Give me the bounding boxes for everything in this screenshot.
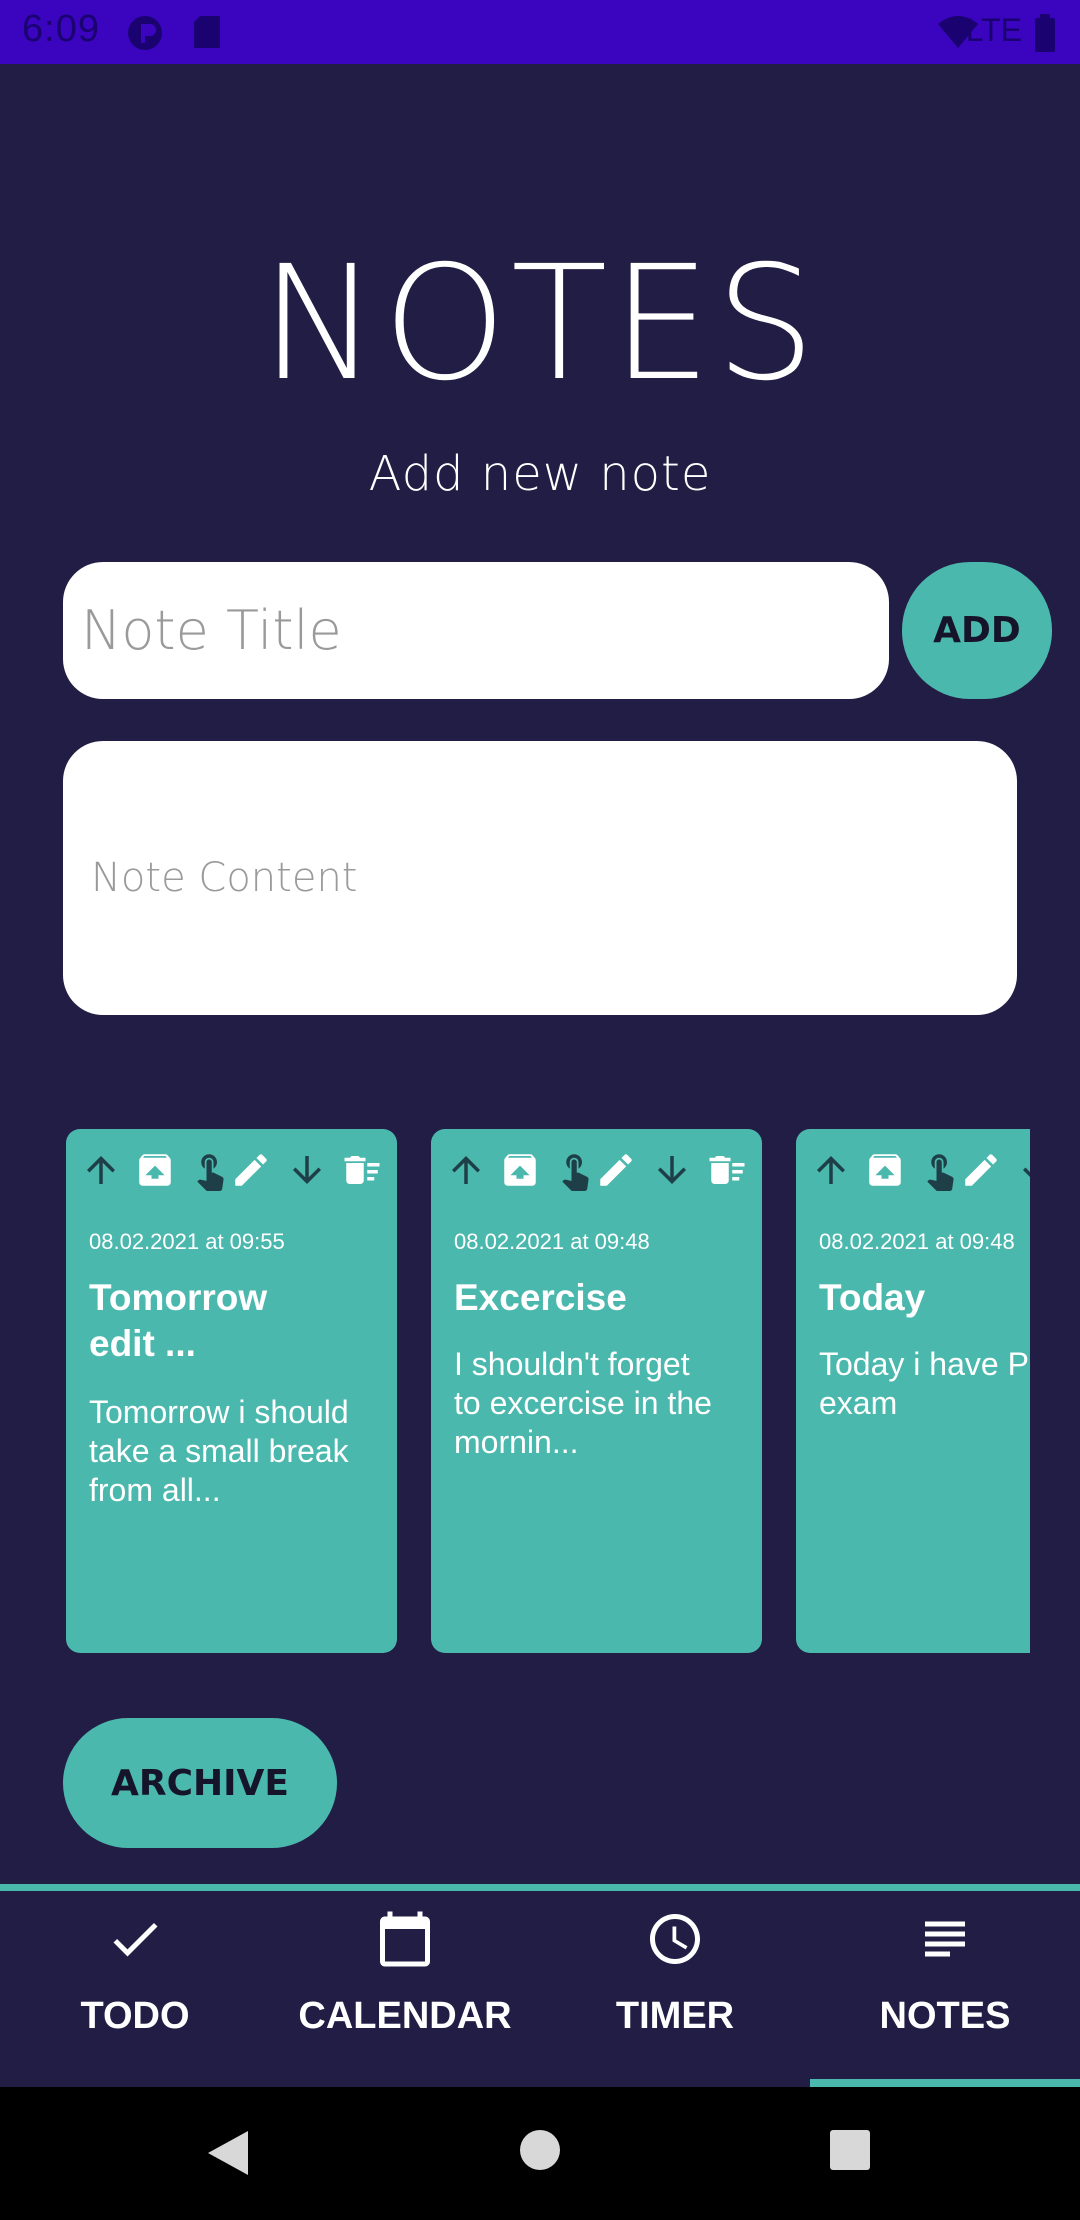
- network-type: LTE: [965, 12, 1022, 48]
- arrow-up-icon[interactable]: [810, 1149, 852, 1191]
- note-date: 08.02.2021 at 09:55: [89, 1229, 285, 1254]
- note-body: Tomorrow i should take a small break fro…: [89, 1394, 349, 1508]
- note-card[interactable]: 08.02.2021 at 09:55 Tomorrow edit ... To…: [66, 1129, 397, 1653]
- status-bar: 6:09 LTE: [0, 0, 1080, 64]
- archive-icon[interactable]: [864, 1149, 906, 1191]
- archive-icon[interactable]: [499, 1149, 541, 1191]
- note-content-input[interactable]: [63, 741, 1017, 1015]
- edit-icon[interactable]: [595, 1149, 637, 1191]
- note-body: Today i have P exam: [819, 1346, 1029, 1421]
- note-date: 08.02.2021 at 09:48: [819, 1229, 1015, 1254]
- note-card[interactable]: 08.02.2021 at 09:48 Today Today i have P…: [796, 1129, 1030, 1653]
- delete-icon[interactable]: [706, 1149, 748, 1191]
- status-time: 6:09: [22, 8, 100, 50]
- nav-item-timer[interactable]: TIMER: [540, 1891, 810, 2087]
- touch-icon[interactable]: [919, 1149, 961, 1191]
- add-button[interactable]: ADD: [902, 562, 1052, 699]
- shield-app-icon: [128, 16, 162, 50]
- note-body: I shouldn't forget to excercise in the m…: [454, 1346, 712, 1460]
- nav-item-notes[interactable]: NOTES: [810, 1891, 1080, 2087]
- bottom-nav: TODO CALENDAR TIMER NOTES: [0, 1891, 1080, 2087]
- recents-icon[interactable]: [829, 2129, 871, 2171]
- home-icon[interactable]: [519, 2129, 561, 2171]
- notes-list[interactable]: 08.02.2021 at 09:55 Tomorrow edit ... To…: [66, 1129, 1030, 1653]
- arrow-down-icon[interactable]: [286, 1149, 328, 1191]
- arrow-down-icon[interactable]: [1016, 1149, 1030, 1191]
- clock-icon: [650, 1914, 700, 1964]
- nav-label: TODO: [80, 1995, 190, 2037]
- note-actions: [796, 1149, 1030, 1199]
- archive-icon[interactable]: [134, 1149, 176, 1191]
- nav-label: TIMER: [615, 1995, 735, 2037]
- page-title: NOTES: [260, 232, 820, 416]
- arrow-up-icon[interactable]: [445, 1149, 487, 1191]
- check-icon: [113, 1922, 158, 1957]
- note-actions: [431, 1149, 762, 1199]
- edit-icon[interactable]: [960, 1149, 1002, 1191]
- delete-icon[interactable]: [341, 1149, 383, 1191]
- calendar-icon: [380, 1911, 430, 1967]
- sd-card-icon: [194, 16, 220, 48]
- nav-label: CALENDAR: [298, 1995, 512, 2037]
- notes-list-icon: [925, 1921, 965, 1957]
- note-title: Today: [819, 1277, 926, 1318]
- back-icon[interactable]: [206, 2129, 250, 2177]
- note-card[interactable]: 08.02.2021 at 09:48 Excercise I shouldn'…: [431, 1129, 762, 1653]
- touch-icon[interactable]: [554, 1149, 596, 1191]
- nav-item-calendar[interactable]: CALENDAR: [270, 1891, 540, 2087]
- battery-icon: [1035, 14, 1055, 52]
- note-actions: [66, 1149, 397, 1199]
- active-tab-indicator: [810, 2079, 1080, 2087]
- system-nav-bar: [0, 2087, 1080, 2220]
- edit-icon[interactable]: [230, 1149, 272, 1191]
- archive-button[interactable]: ARCHIVE: [63, 1718, 337, 1848]
- note-title-input[interactable]: [63, 562, 889, 699]
- note-date: 08.02.2021 at 09:48: [454, 1229, 650, 1254]
- touch-icon[interactable]: [189, 1149, 231, 1191]
- arrow-up-icon[interactable]: [80, 1149, 122, 1191]
- note-title: Tomorrow edit ...: [89, 1277, 268, 1364]
- note-title: Excercise: [454, 1277, 627, 1318]
- nav-divider: [0, 1884, 1080, 1891]
- page-subtitle: Add new note: [368, 446, 712, 502]
- arrow-down-icon[interactable]: [651, 1149, 693, 1191]
- nav-label: NOTES: [879, 1995, 1011, 2037]
- nav-item-todo[interactable]: TODO: [0, 1891, 270, 2087]
